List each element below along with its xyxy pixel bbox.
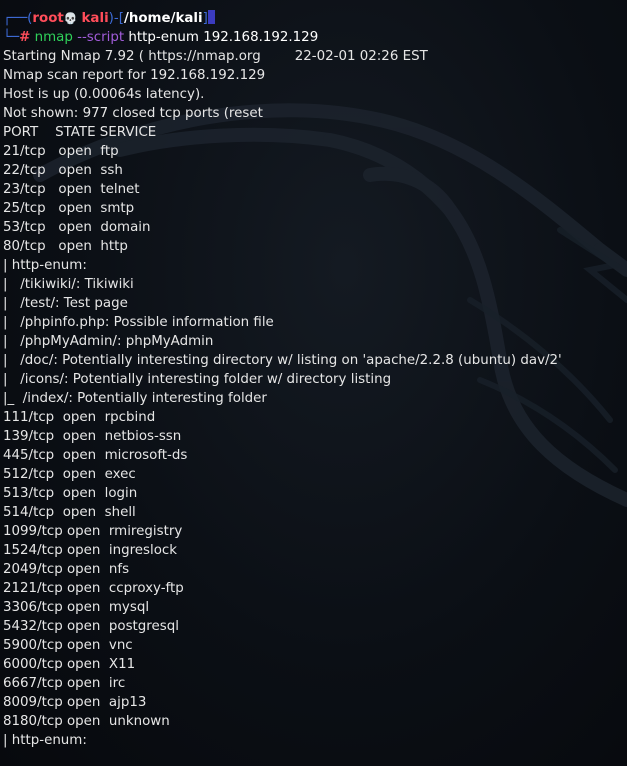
- output-line: | /test/: Test page: [3, 296, 128, 311]
- command-flag: --script: [77, 30, 125, 45]
- terminal-window[interactable]: ┌──(root💀 kali)-[/home/kali] └─# nmap --s…: [0, 0, 627, 766]
- output-line: 3306/tcp open mysql: [3, 600, 150, 615]
- command-args: http-enum 192.168.192.129: [128, 30, 319, 45]
- terminal-output: ┌──(root💀 kali)-[/home/kali] └─# nmap --s…: [3, 9, 627, 750]
- output-line: 139/tcp open netbios-ssn: [3, 429, 182, 444]
- output-line: 1524/tcp open ingreslock: [3, 543, 178, 558]
- output-line: 22/tcp open ssh: [3, 163, 123, 178]
- output-line: | /icons/: Potentially interesting folde…: [3, 372, 392, 387]
- output-line-starting: Starting Nmap 7.92 ( https://nmap.org 22-…: [3, 47, 627, 66]
- output-line: 80/tcp open http: [3, 239, 128, 254]
- output-line: | http-enum:: [3, 733, 87, 748]
- output-line: | /phpMyAdmin/: phpMyAdmin: [3, 334, 214, 349]
- output-line: | /doc/: Potentially interesting directo…: [3, 353, 562, 368]
- prompt-corner-bottom: └─: [3, 30, 20, 45]
- starting-text-right: 22-02-01 02:26 EST: [294, 49, 428, 64]
- prompt-user: root: [32, 11, 64, 26]
- starting-text-left: Starting Nmap 7.92 ( https://nmap.org: [3, 49, 261, 64]
- output-line: 1099/tcp open rmiregistry: [3, 524, 183, 539]
- selection-cursor: [207, 10, 215, 24]
- output-line: |_ /index/: Potentially interesting fold…: [3, 391, 267, 406]
- output-line: 8009/tcp open ajp13: [3, 695, 147, 710]
- prompt-command-line[interactable]: └─# nmap --script http-enum 192.168.192.…: [3, 28, 627, 47]
- prompt-separator: )-[: [108, 11, 124, 26]
- output-line: | /phpinfo.php: Possible information fil…: [3, 315, 274, 330]
- output-line: 6667/tcp open irc: [3, 676, 126, 691]
- output-line: Host is up (0.00064s latency).: [3, 87, 205, 102]
- output-line: Not shown: 977 closed tcp ports (reset: [3, 106, 263, 121]
- output-line: 5432/tcp open postgresql: [3, 619, 179, 634]
- command-name: nmap: [34, 30, 73, 45]
- output-line: 111/tcp open rpcbind: [3, 410, 156, 425]
- output-line: 2121/tcp open ccproxy-ftp: [3, 581, 184, 596]
- output-line: Nmap scan report for 192.168.192.129: [3, 68, 266, 83]
- prompt-corner-top: ┌──(: [3, 11, 33, 26]
- skull-icon: 💀: [63, 12, 78, 25]
- output-line: | http-enum:: [3, 258, 87, 273]
- output-line: 512/tcp open exec: [3, 467, 136, 482]
- output-line: PORT STATE SERVICE: [3, 125, 157, 140]
- output-line: 25/tcp open smtp: [3, 201, 135, 216]
- output-line: 53/tcp open domain: [3, 220, 151, 235]
- prompt-host: kali: [81, 11, 109, 26]
- output-line: 5900/tcp open vnc: [3, 638, 133, 653]
- output-line: 445/tcp open microsoft-ds: [3, 448, 188, 463]
- prompt-header-line: ┌──(root💀 kali)-[/home/kali]: [3, 9, 627, 28]
- output-line: | /tikiwiki/: Tikiwiki: [3, 277, 134, 292]
- prompt-hash: #: [19, 30, 31, 45]
- output-line: 8180/tcp open unknown: [3, 714, 170, 729]
- output-line: 513/tcp open login: [3, 486, 138, 501]
- output-line: 514/tcp open shell: [3, 505, 136, 520]
- output-line: 6000/tcp open X11: [3, 657, 136, 672]
- output-line: 2049/tcp open nfs: [3, 562, 130, 577]
- output-line: 21/tcp open ftp: [3, 144, 119, 159]
- output-line: 23/tcp open telnet: [3, 182, 140, 197]
- prompt-cwd: /home/kali: [123, 11, 203, 26]
